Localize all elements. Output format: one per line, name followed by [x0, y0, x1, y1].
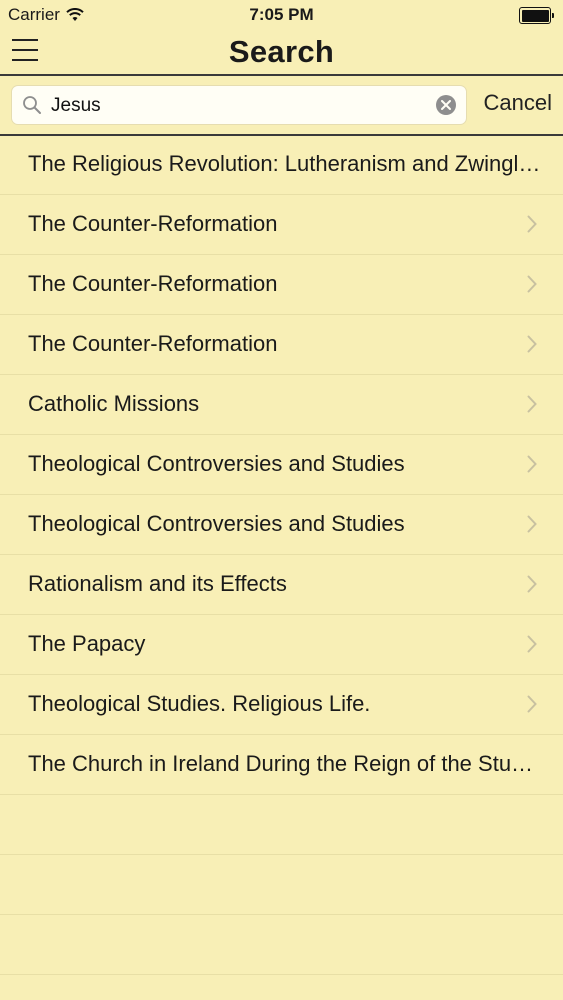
search-icon: [23, 96, 41, 114]
empty-row: [0, 795, 563, 855]
list-item[interactable]: Theological Controversies and Studies: [0, 495, 563, 555]
battery-icon: [519, 7, 554, 24]
list-item[interactable]: The Papacy: [0, 615, 563, 675]
list-item[interactable]: Catholic Missions: [0, 375, 563, 435]
page-title: Search: [228, 34, 335, 69]
chevron-right-icon: [527, 635, 537, 653]
list-item-label: The Counter-Reformation: [28, 211, 278, 236]
chevron-right-icon: [527, 515, 537, 533]
results-list: The Religious Revolution: Lutheranism an…: [0, 135, 563, 975]
list-item[interactable]: The Counter-Reformation: [0, 195, 563, 255]
status-bar: Carrier 7:05 PM: [0, 0, 563, 30]
chevron-right-icon: [527, 455, 537, 473]
list-item-label: Theological Studies. Religious Life.: [28, 691, 371, 716]
chevron-right-icon: [527, 215, 537, 233]
list-item-label: Catholic Missions: [28, 391, 200, 416]
list-item-label: The Counter-Reformation: [28, 271, 278, 296]
chevron-right-icon: [527, 575, 537, 593]
list-item[interactable]: Rationalism and its Effects: [0, 555, 563, 615]
cancel-button[interactable]: Cancel: [484, 90, 552, 116]
list-item-label: Theological Controversies and Studies: [28, 451, 405, 476]
clear-search-icon[interactable]: [436, 95, 456, 115]
list-item-label: The Religious Revolution: Lutheranism an…: [28, 151, 541, 176]
chevron-right-icon: [527, 695, 537, 713]
list-item-label: The Counter-Reformation: [28, 331, 278, 356]
search-bar: Cancel: [0, 76, 563, 134]
chevron-right-icon: [527, 335, 537, 353]
status-time: 7:05 PM: [249, 5, 314, 24]
list-item[interactable]: Theological Studies. Religious Life.: [0, 675, 563, 735]
list-item-label: The Church in Ireland During the Reign o…: [28, 751, 534, 776]
list-item-label: Rationalism and its Effects: [28, 571, 287, 596]
list-item[interactable]: The Counter-Reformation: [0, 315, 563, 375]
chevron-right-icon: [527, 275, 537, 293]
search-field[interactable]: [11, 85, 467, 125]
list-item[interactable]: The Religious Revolution: Lutheranism an…: [0, 135, 563, 195]
list-item[interactable]: The Church in Ireland During the Reign o…: [0, 735, 563, 795]
list-item-label: The Papacy: [28, 631, 146, 656]
list-item[interactable]: The Counter-Reformation: [0, 255, 563, 315]
list-item-label: Theological Controversies and Studies: [28, 511, 405, 536]
empty-row: [0, 915, 563, 975]
empty-row: [0, 855, 563, 915]
navigation-bar: Search: [0, 30, 563, 74]
list-item[interactable]: Theological Controversies and Studies: [0, 435, 563, 495]
search-input[interactable]: [49, 90, 433, 122]
chevron-right-icon: [527, 395, 537, 413]
